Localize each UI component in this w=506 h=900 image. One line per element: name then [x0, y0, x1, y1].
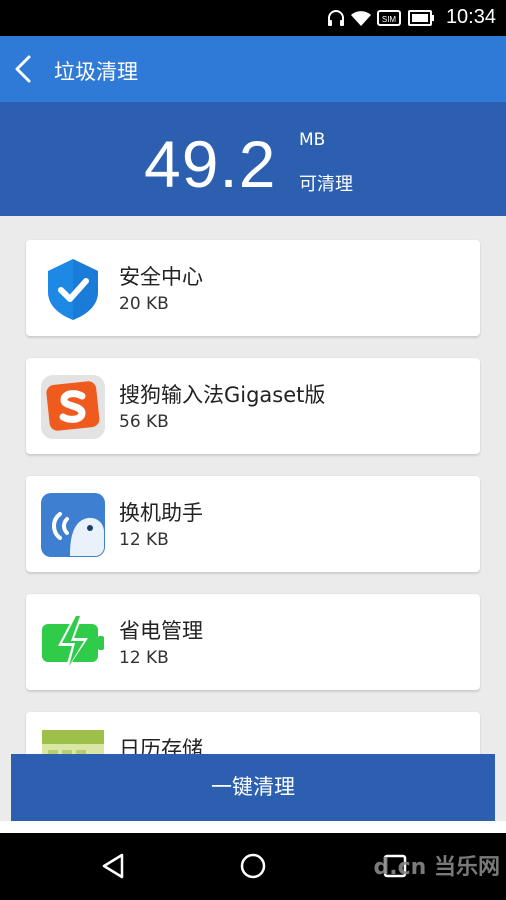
- nav-back-icon[interactable]: [98, 851, 128, 881]
- sogou-icon: [41, 375, 105, 439]
- no-sim-icon: SIM: [377, 10, 401, 26]
- button-footer: [0, 821, 506, 833]
- shield-check-icon: [48, 259, 98, 320]
- list-item[interactable]: 日历存储: [26, 712, 480, 754]
- list-item[interactable]: 安全中心 20 KB: [26, 240, 480, 336]
- app-name: 日历存储: [119, 737, 203, 754]
- app-name: 省电管理: [119, 619, 203, 643]
- junk-size: 20 KB: [119, 294, 169, 314]
- back-arrow-icon[interactable]: [10, 54, 40, 84]
- junk-size: 56 KB: [119, 412, 169, 432]
- junk-size: 12 KB: [119, 648, 169, 668]
- one-key-clean-button[interactable]: 一键清理: [11, 754, 495, 821]
- list-item[interactable]: 搜狗输入法Gigaset版 56 KB: [26, 358, 480, 454]
- headphones-icon: [328, 10, 344, 26]
- cleanable-caption: 可清理: [299, 174, 353, 195]
- calendar-icon: [42, 730, 104, 754]
- svg-text:SIM: SIM: [382, 15, 397, 24]
- watermark-logo: d.cn 当乐网: [373, 855, 500, 880]
- navigation-bar: d.cn 当乐网: [0, 833, 506, 900]
- battery-icon: [408, 10, 434, 26]
- list-item[interactable]: 换机助手 12 KB: [26, 476, 480, 572]
- app-bar: 垃圾清理: [0, 36, 506, 102]
- app-name: 换机助手: [119, 501, 203, 525]
- bird-wifi-icon: [41, 493, 105, 557]
- junk-size: 12 KB: [119, 530, 169, 550]
- status-bar: SIM 10:34: [0, 0, 506, 36]
- battery-bolt-icon: [42, 612, 104, 674]
- app-name: 搜狗输入法Gigaset版: [119, 383, 326, 407]
- list-item[interactable]: 省电管理 12 KB: [26, 594, 480, 690]
- wifi-icon: [351, 11, 371, 26]
- page-title: 垃圾清理: [54, 60, 138, 84]
- app-name: 安全中心: [119, 265, 203, 289]
- nav-home-icon[interactable]: [238, 851, 268, 881]
- cleanable-unit: MB: [299, 130, 326, 150]
- cleanable-summary: 49.2 MB 可清理: [0, 102, 506, 216]
- junk-list: 安全中心 20 KB 搜狗输入法Gigaset版 56 KB 换机助手 12 K…: [0, 216, 506, 754]
- cleanable-amount: 49.2: [144, 127, 277, 201]
- clock: 10:34: [445, 6, 496, 28]
